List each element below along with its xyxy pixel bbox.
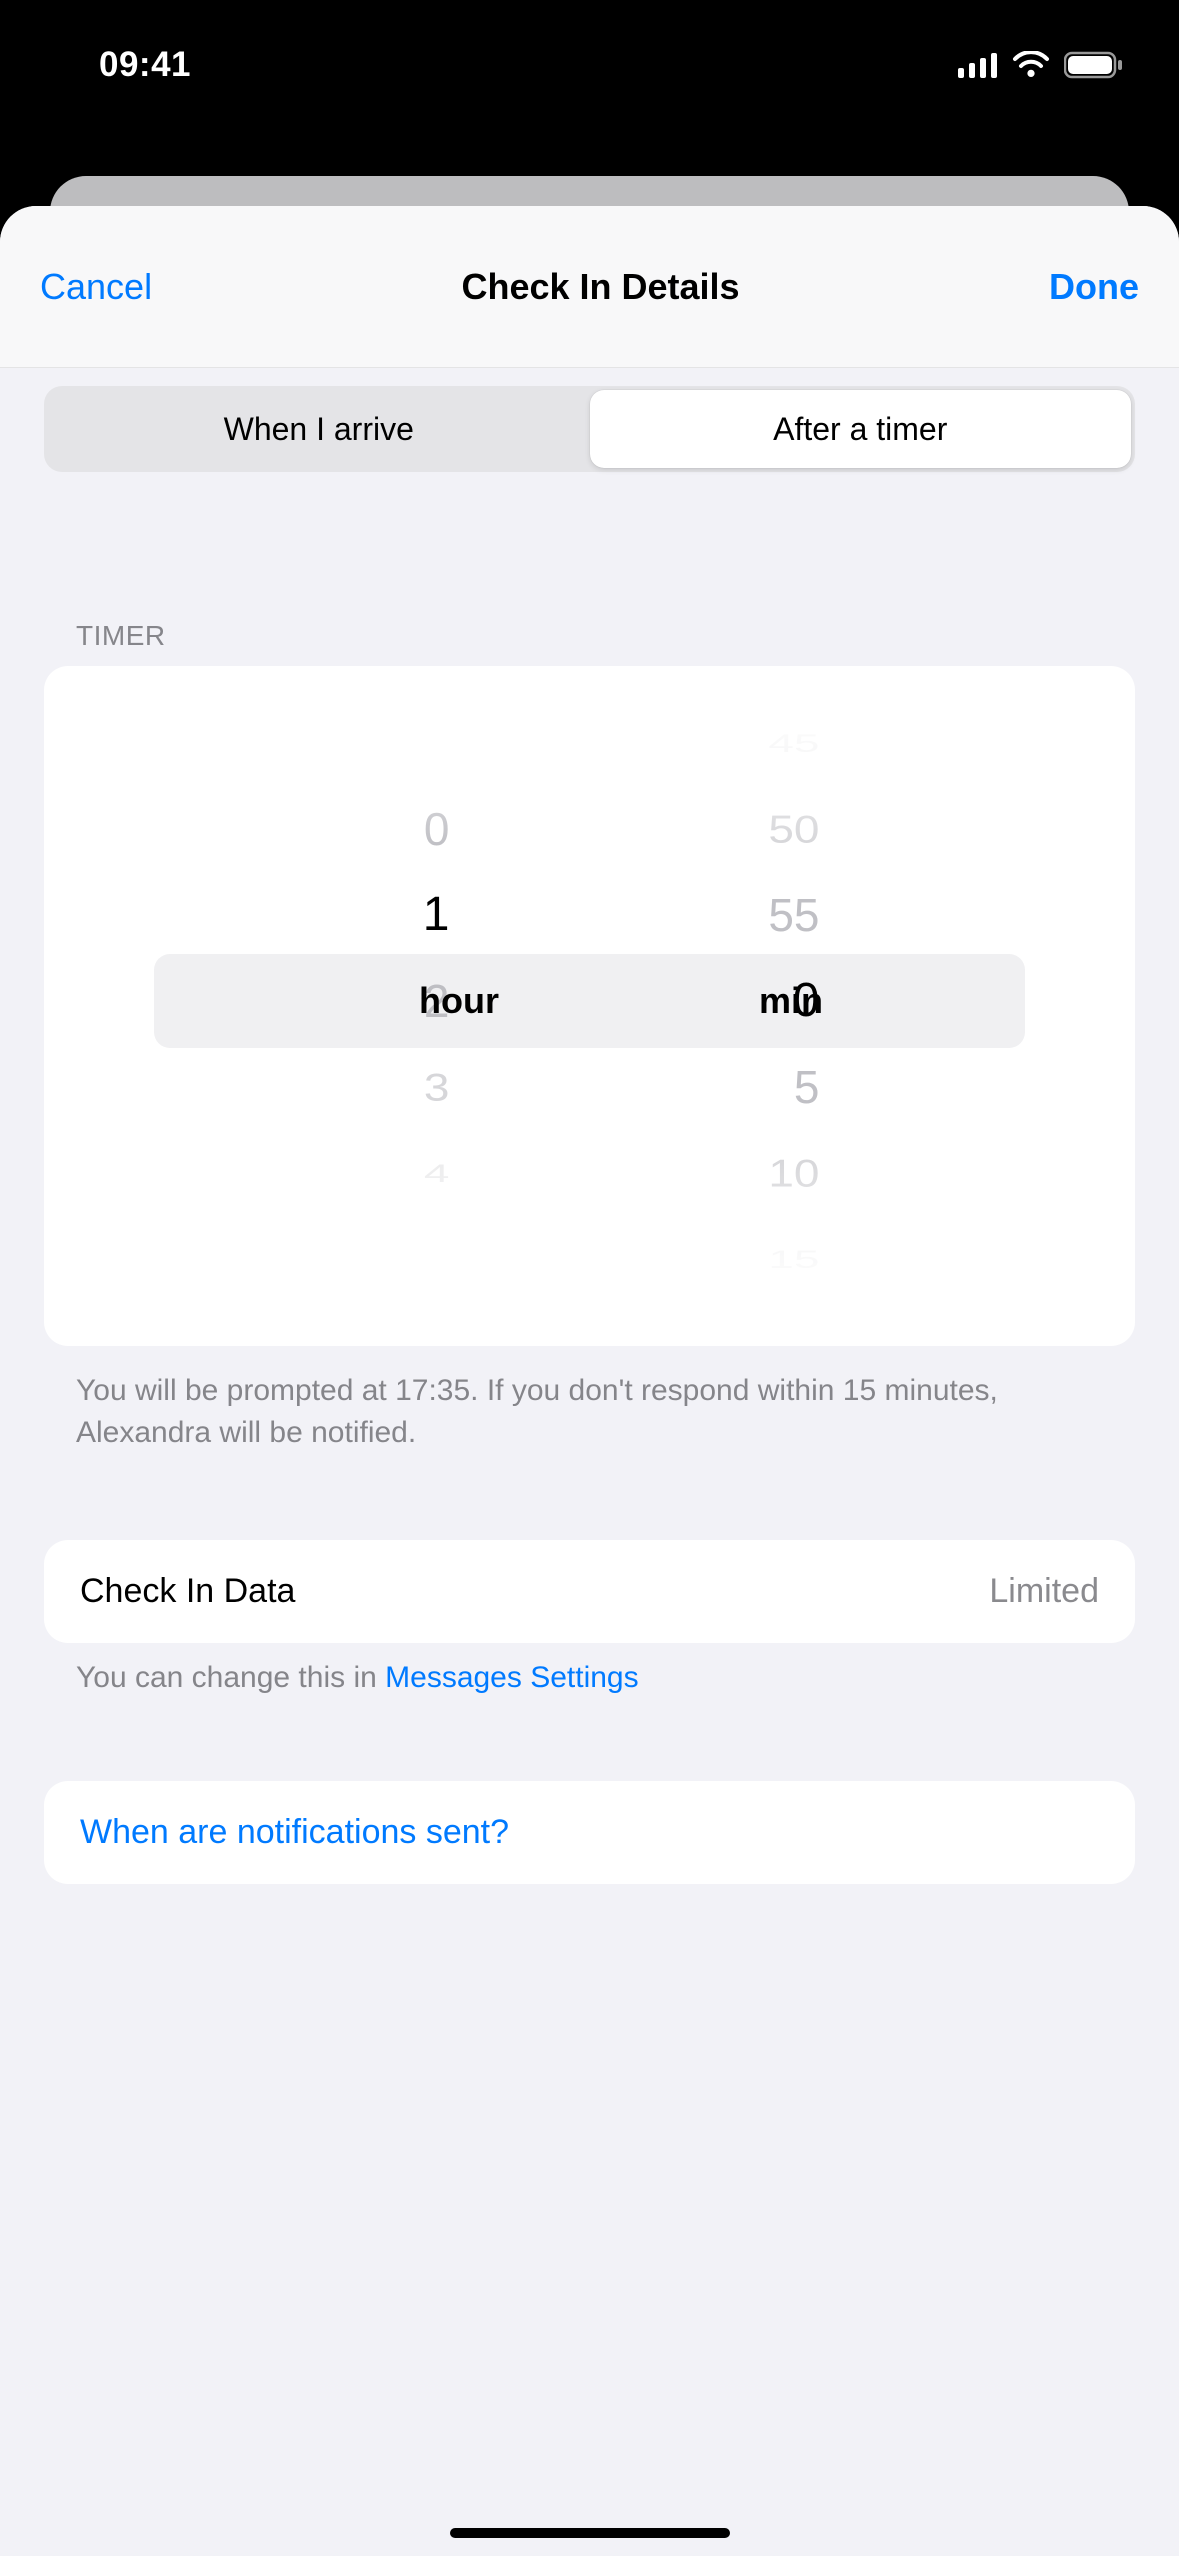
- minute-option-selected[interactable]: 0: [590, 958, 920, 1044]
- duration-picker[interactable]: 0 1 2 3 4 40 45 50 55 0 5 10 15 20: [64, 696, 1115, 1306]
- cancel-button[interactable]: Cancel: [40, 266, 152, 308]
- done-button[interactable]: Done: [1049, 266, 1139, 308]
- minutes-wheel[interactable]: 40 45 50 55 0 5 10 15 20: [590, 696, 920, 1306]
- notifications-info-row[interactable]: When are notifications sent?: [44, 1781, 1135, 1884]
- check-in-data-value: Limited: [989, 1572, 1099, 1611]
- minute-option[interactable]: 5: [590, 1044, 920, 1130]
- battery-icon: [1064, 51, 1124, 79]
- segment-after-a-timer[interactable]: After a timer: [590, 390, 1132, 468]
- messages-settings-link[interactable]: Messages Settings: [385, 1661, 638, 1694]
- timer-footer-text: You will be prompted at 17:35. If you do…: [0, 1346, 1179, 1454]
- hour-unit-label: hour: [419, 980, 499, 1022]
- check-in-data-label: Check In Data: [80, 1572, 295, 1611]
- hour-option-selected[interactable]: 1: [260, 872, 590, 958]
- footer-text: You can change this in: [76, 1661, 385, 1694]
- status-bar: 09:41: [0, 0, 1179, 130]
- hour-option[interactable]: 4: [260, 1149, 590, 1196]
- notifications-info-link[interactable]: When are notifications sent?: [44, 1781, 1135, 1884]
- home-indicator[interactable]: [450, 2528, 730, 2538]
- cellular-icon: [958, 52, 998, 78]
- check-in-data-row[interactable]: Check In Data Limited: [44, 1540, 1135, 1643]
- hour-option[interactable]: 3: [260, 1050, 590, 1123]
- check-in-data-footer: You can change this in Messages Settings: [0, 1643, 1179, 1695]
- status-icons: [958, 51, 1124, 79]
- segment-when-i-arrive[interactable]: When I arrive: [48, 390, 590, 468]
- minute-option[interactable]: 55: [590, 872, 920, 958]
- wifi-icon: [1012, 51, 1050, 79]
- minute-option[interactable]: 50: [590, 792, 920, 865]
- minute-unit-label: min: [759, 980, 823, 1022]
- minute-option[interactable]: 10: [590, 1136, 920, 1209]
- timer-section-header: TIMER: [0, 472, 1179, 666]
- timer-picker-card: 0 1 2 3 4 40 45 50 55 0 5 10 15 20: [44, 666, 1135, 1346]
- minute-option[interactable]: 45: [590, 719, 920, 766]
- nav-bar: Cancel Check In Details Done: [0, 206, 1179, 368]
- hour-option[interactable]: 0: [260, 786, 590, 872]
- minute-option[interactable]: 15: [590, 1235, 920, 1282]
- status-time: 09:41: [0, 45, 290, 85]
- mode-segmented-control[interactable]: When I arrive After a timer: [44, 386, 1135, 472]
- page-title: Check In Details: [461, 266, 739, 308]
- modal-sheet: Cancel Check In Details Done When I arri…: [0, 206, 1179, 2556]
